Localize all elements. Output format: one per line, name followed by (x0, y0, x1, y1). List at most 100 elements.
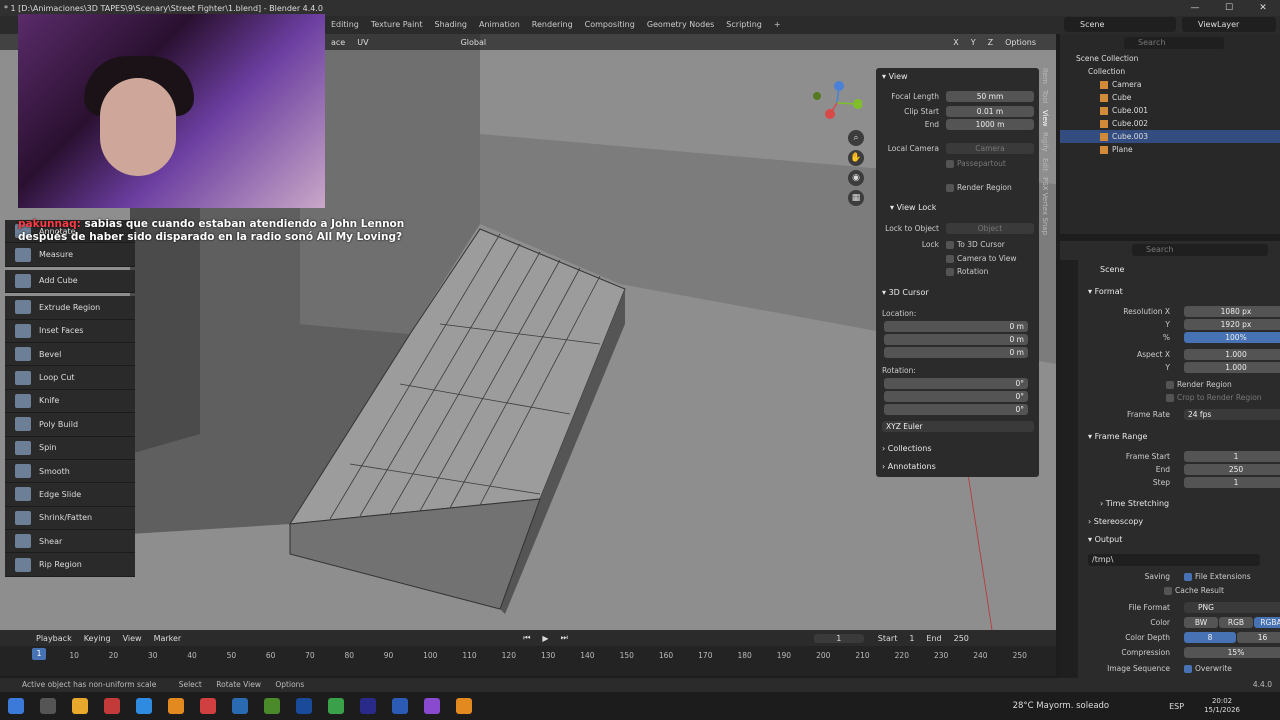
cache-result-checkbox[interactable] (1164, 587, 1172, 595)
clip-start-field[interactable]: 0.01 m (946, 106, 1034, 117)
time-stretching-header[interactable]: › Time Stretching (1100, 499, 1169, 508)
color-rgba-button[interactable]: RGBA (1254, 617, 1280, 628)
rotation-lock-checkbox[interactable] (946, 268, 954, 276)
chrome-icon[interactable] (72, 698, 88, 714)
windows-start-icon[interactable] (8, 698, 24, 714)
scene-collection-row[interactable]: Scene Collection (1060, 52, 1280, 65)
frame-step-field[interactable]: 1 (1184, 477, 1280, 488)
frame-start-field[interactable]: 1 (1184, 451, 1280, 462)
color-depth-16[interactable]: 16 (1237, 632, 1280, 643)
face-menu[interactable]: ace (325, 38, 351, 47)
tab-rigify[interactable]: Rigify (1041, 132, 1049, 152)
clip-end-field[interactable]: 1000 m (946, 119, 1034, 130)
format-header[interactable]: ▾ Format (1088, 287, 1123, 296)
discord-icon[interactable] (424, 698, 440, 714)
tool-rip-region[interactable]: Rip Region (5, 553, 135, 577)
playhead[interactable]: 1 (32, 648, 46, 660)
zoom-icon[interactable]: ⌕ (848, 130, 864, 146)
render-region-checkbox[interactable] (946, 184, 954, 192)
stereoscopy-header[interactable]: › Stereoscopy (1088, 517, 1143, 526)
clock[interactable]: 20:02 15/1/2026 (1204, 697, 1240, 715)
pycharm-icon[interactable] (264, 698, 280, 714)
tab-texture-paint[interactable]: Texture Paint (365, 16, 429, 34)
maximize-button[interactable]: ☐ (1212, 0, 1246, 16)
uv-menu[interactable]: UV (351, 38, 374, 47)
resolution-y-field[interactable]: 1920 px (1184, 319, 1280, 330)
3d-cursor-header[interactable]: ▾ 3D Cursor (882, 288, 929, 297)
collections-header[interactable]: › Collections (882, 444, 932, 453)
tool-knife[interactable]: Knife (5, 389, 135, 414)
file-format-select[interactable]: PNG (1184, 602, 1280, 613)
perspective-grid-icon[interactable]: ▦ (848, 190, 864, 206)
output-path-field[interactable]: /tmp\ (1088, 554, 1260, 566)
marker-menu[interactable]: Marker (148, 634, 188, 643)
tab-geometry-nodes[interactable]: Geometry Nodes (641, 16, 720, 34)
aspect-y-field[interactable]: 1.000 (1184, 362, 1280, 373)
axis-y[interactable]: Y (965, 38, 982, 47)
tool-add-cube[interactable]: Add Cube (5, 269, 135, 294)
cursor-loc-y[interactable]: 0 m (884, 334, 1028, 345)
color-rgb-button[interactable]: RGB (1219, 617, 1253, 628)
focal-length-field[interactable]: 50 mm (946, 91, 1034, 102)
view-layer-selector[interactable]: ViewLayer (1182, 17, 1276, 32)
transform-orientation-select[interactable]: Global (455, 38, 493, 47)
tool-spin[interactable]: Spin (5, 436, 135, 460)
camera-to-view-checkbox[interactable] (946, 255, 954, 263)
word-icon[interactable] (392, 698, 408, 714)
collection-row[interactable]: Collection (1060, 65, 1280, 78)
tab-psx-vertex-snap[interactable]: PSX Vertex Snap (1041, 177, 1049, 235)
outliner-item-cube-002[interactable]: Cube.002 (1060, 117, 1280, 130)
jump-start-icon[interactable]: ⏮ (517, 633, 536, 643)
edge-icon[interactable] (136, 698, 152, 714)
app-icon[interactable] (200, 698, 216, 714)
local-camera-field[interactable]: Camera (946, 143, 1034, 154)
aspect-x-field[interactable]: 1.000 (1184, 349, 1280, 360)
weather-widget[interactable]: 28°C Mayorm. soleado (1013, 701, 1110, 711)
tab-view[interactable]: View (1041, 110, 1049, 127)
navigation-gizmo[interactable] (812, 78, 863, 128)
pan-hand-icon[interactable]: ✋ (848, 150, 864, 166)
folder-icon[interactable] (232, 698, 248, 714)
scene-selector[interactable]: Scene (1064, 17, 1176, 32)
to-3d-cursor-checkbox[interactable] (946, 241, 954, 249)
tool-loop-cut[interactable]: Loop Cut (5, 366, 135, 390)
output-header[interactable]: ▾ Output (1088, 535, 1122, 544)
blender-icon-2[interactable] (456, 698, 472, 714)
tab-scripting[interactable]: Scripting (720, 16, 768, 34)
frame-rate-select[interactable]: 24 fps (1184, 409, 1280, 420)
vegas-icon[interactable] (296, 698, 312, 714)
tab-tool[interactable]: Tool (1041, 90, 1049, 104)
current-frame-field[interactable]: 1 (813, 633, 864, 643)
axis-z[interactable]: Z (982, 38, 999, 47)
outliner-search[interactable]: Search (1124, 37, 1224, 49)
close-button[interactable]: ✕ (1246, 0, 1280, 16)
crop-checkbox[interactable] (1166, 394, 1174, 402)
view-lock-header[interactable]: ▾ View Lock (890, 203, 936, 212)
options-menu[interactable]: Options (999, 38, 1042, 47)
after-effects-icon[interactable] (360, 698, 376, 714)
tool-extrude-region[interactable]: Extrude Region (5, 296, 135, 320)
resolution-percent-field[interactable]: 100% (1184, 332, 1280, 343)
lock-object-field[interactable]: Object (946, 223, 1034, 234)
view-section-header[interactable]: ▾ View (882, 72, 908, 81)
tool-smooth[interactable]: Smooth (5, 459, 135, 484)
language-indicator[interactable]: ESP (1169, 702, 1184, 711)
tool-measure[interactable]: Measure (5, 243, 135, 267)
outliner-item-camera[interactable]: Camera (1060, 78, 1280, 91)
rotation-mode-select[interactable]: XYZ Euler (882, 421, 1034, 432)
frame-range-header[interactable]: ▾ Frame Range (1088, 432, 1147, 441)
add-workspace-icon[interactable]: + (768, 16, 787, 34)
cursor-rot-y[interactable]: 0° (884, 391, 1028, 402)
playback-menu[interactable]: Playback (30, 634, 78, 643)
tab-compositing[interactable]: Compositing (579, 16, 641, 34)
cursor-rot-x[interactable]: 0° (884, 378, 1028, 389)
minimize-button[interactable]: — (1178, 0, 1212, 16)
outliner-item-cube[interactable]: Cube (1060, 91, 1280, 104)
frame-end-field[interactable]: 250 (1184, 464, 1280, 475)
jump-end-icon[interactable]: ⏭ (555, 633, 574, 643)
tool-shear[interactable]: Shear (5, 530, 135, 554)
tab-item[interactable]: Item (1041, 68, 1049, 84)
timeline-ruler[interactable]: 1 10 20 30 40 50 60 70 80 90 100 110 120 130 140 150 16… (0, 646, 1056, 676)
annotations-header[interactable]: › Annotations (882, 462, 936, 471)
resolution-x-field[interactable]: 1080 px (1184, 306, 1280, 317)
